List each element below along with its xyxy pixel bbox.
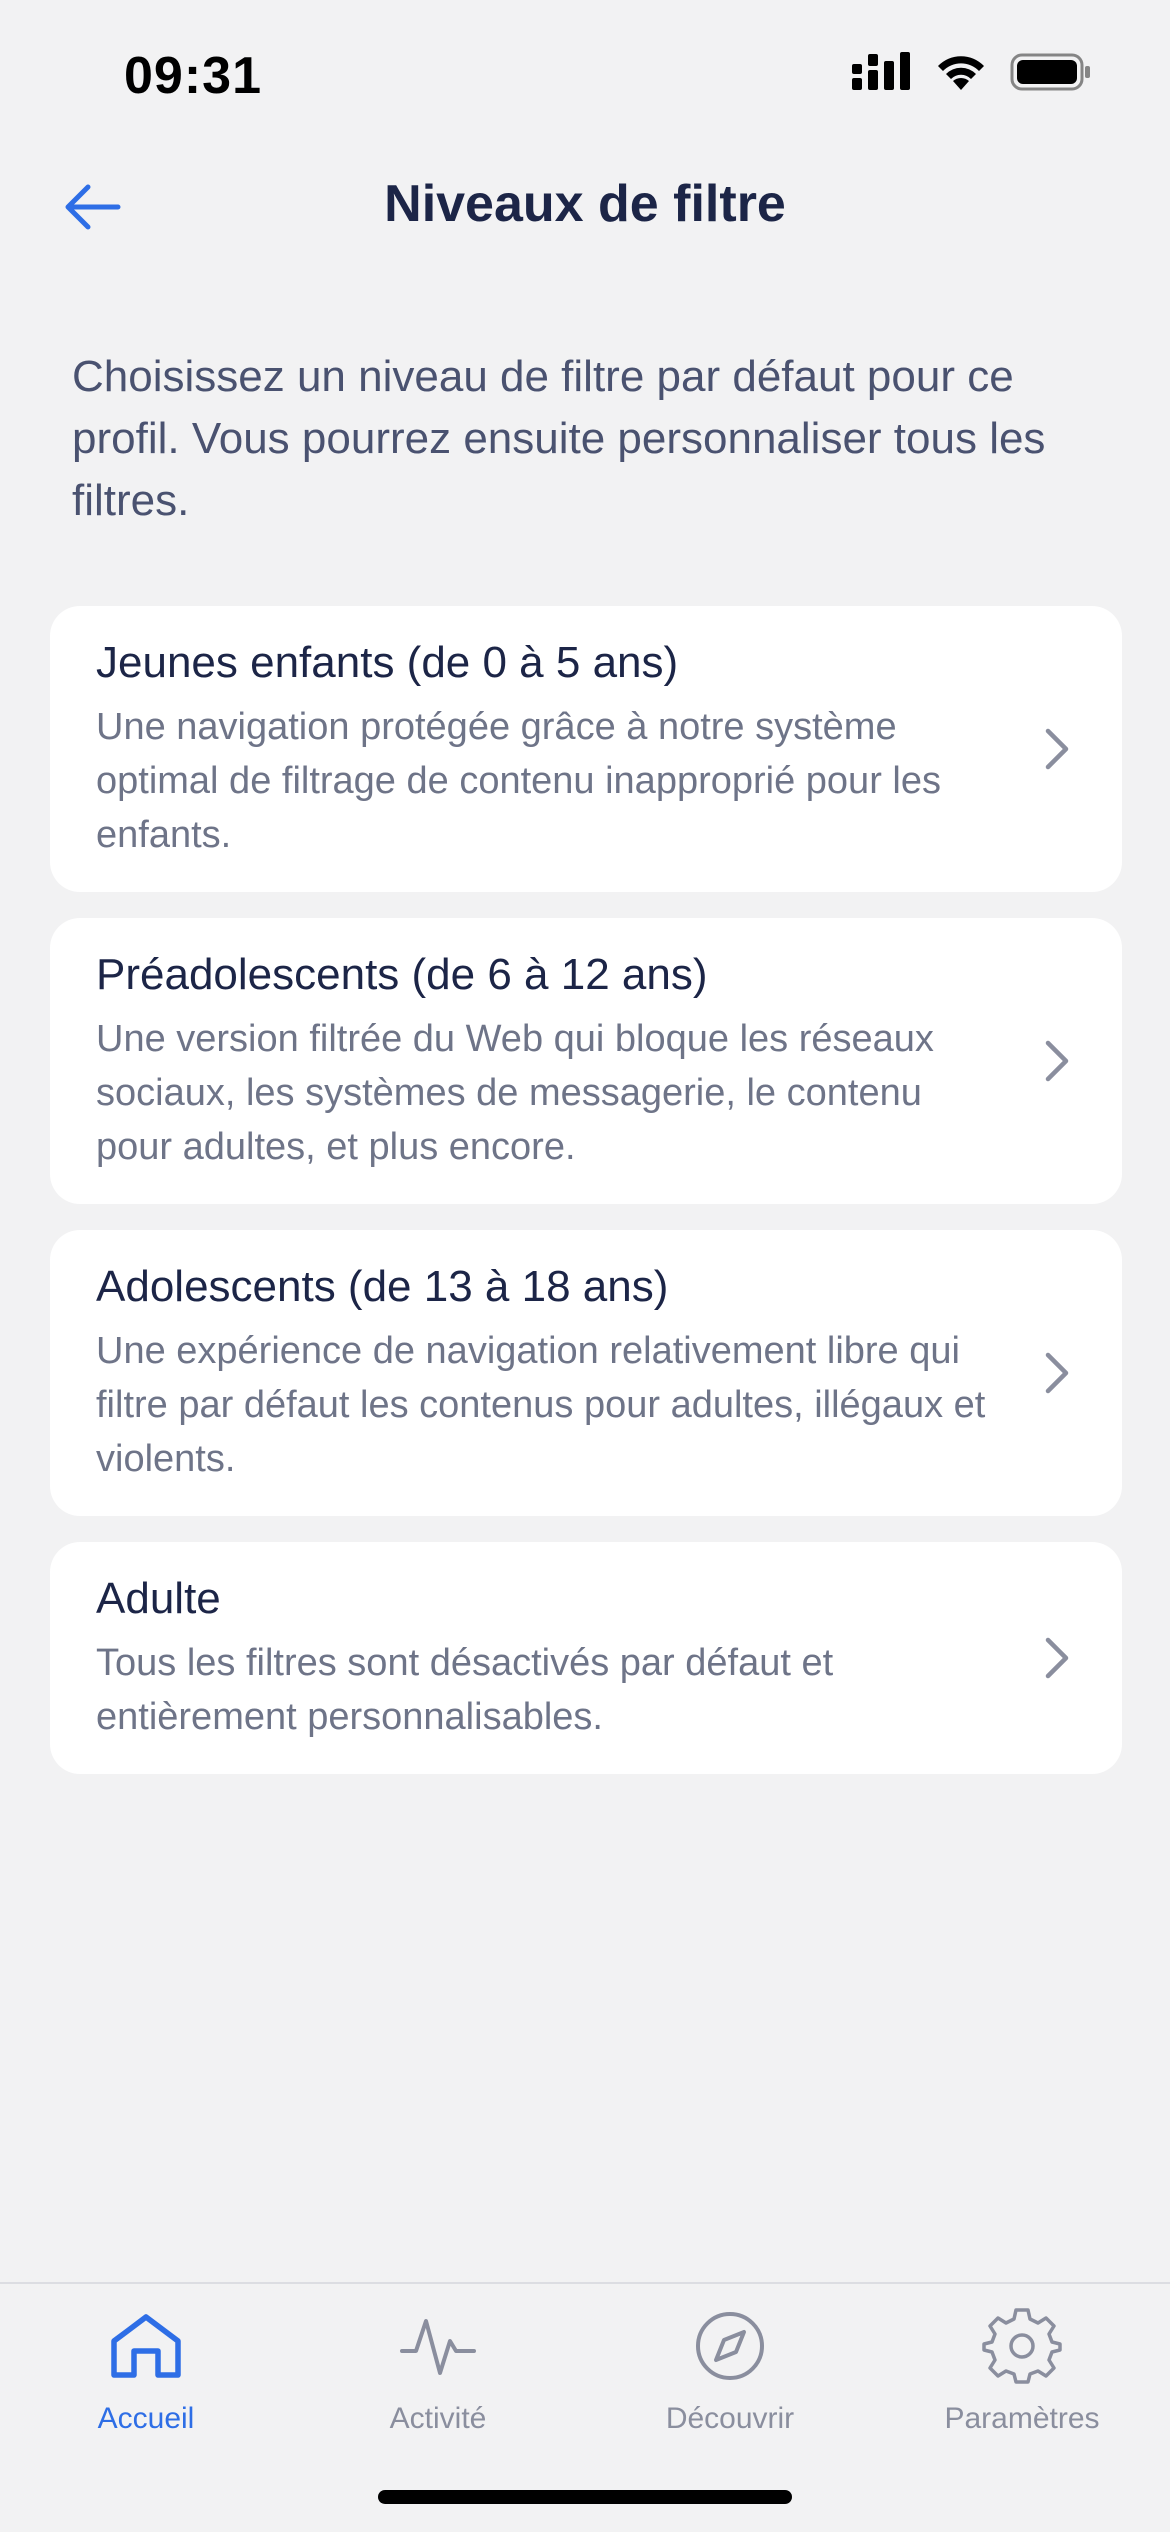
filter-level-description: Une navigation protégée grâce à notre sy… [96, 706, 941, 856]
filter-level-title: Jeunes enfants (de 0 à 5 ans) [96, 638, 679, 687]
status-time: 09:31 [124, 47, 262, 105]
page-title: Niveaux de filtre [384, 175, 786, 233]
filter-level-preteens[interactable]: Préadolescents (de 6 à 12 ans) Une versi… [50, 918, 1122, 1204]
tab-activite[interactable]: Activité [292, 2304, 584, 2436]
chevron-right-icon [1045, 728, 1069, 770]
cellular-signal-icon [852, 52, 910, 90]
status-bar: 09:31 [0, 0, 1170, 150]
tab-label: Paramètres [944, 2402, 1100, 2435]
wifi-icon [938, 56, 984, 90]
battery-icon [1010, 53, 1090, 91]
filter-level-list: Jeunes enfants (de 0 à 5 ans) Une naviga… [50, 606, 1122, 1800]
header: Niveaux de filtre [0, 150, 1170, 260]
tab-label: Découvrir [665, 2402, 795, 2435]
tab-parametres[interactable]: Paramètres [876, 2304, 1168, 2436]
status-icons [852, 52, 1092, 92]
filter-level-young-children[interactable]: Jeunes enfants (de 0 à 5 ans) Une naviga… [50, 606, 1122, 892]
filter-level-title: Adolescents (de 13 à 18 ans) [96, 1262, 669, 1311]
filter-level-description: Tous les filtres sont désactivés par déf… [96, 1642, 834, 1738]
tab-label: Activité [389, 2402, 487, 2435]
filter-level-description: Une version filtrée du Web qui bloque le… [96, 1018, 934, 1168]
chevron-right-icon [1045, 1352, 1069, 1394]
intro-text: Choisissez un niveau de filtre par défau… [72, 352, 1046, 525]
filter-level-title: Préadolescents (de 6 à 12 ans) [96, 950, 708, 999]
chevron-right-icon [1045, 1040, 1069, 1082]
compass-icon [696, 2312, 764, 2380]
filter-level-title: Adulte [96, 1574, 221, 1623]
activity-icon [400, 2319, 476, 2375]
home-icon [111, 2314, 181, 2378]
gear-icon [982, 2308, 1062, 2384]
chevron-right-icon [1045, 1637, 1069, 1679]
tab-label: Accueil [97, 2402, 195, 2435]
home-indicator [378, 2490, 792, 2504]
tab-accueil[interactable]: Accueil [0, 2304, 292, 2436]
filter-level-teens[interactable]: Adolescents (de 13 à 18 ans) Une expérie… [50, 1230, 1122, 1516]
filter-level-description: Une expérience de navigation relativemen… [96, 1330, 986, 1480]
filter-level-adult[interactable]: Adulte Tous les filtres sont désactivés … [50, 1542, 1122, 1774]
tab-decouvrir[interactable]: Découvrir [584, 2304, 876, 2436]
